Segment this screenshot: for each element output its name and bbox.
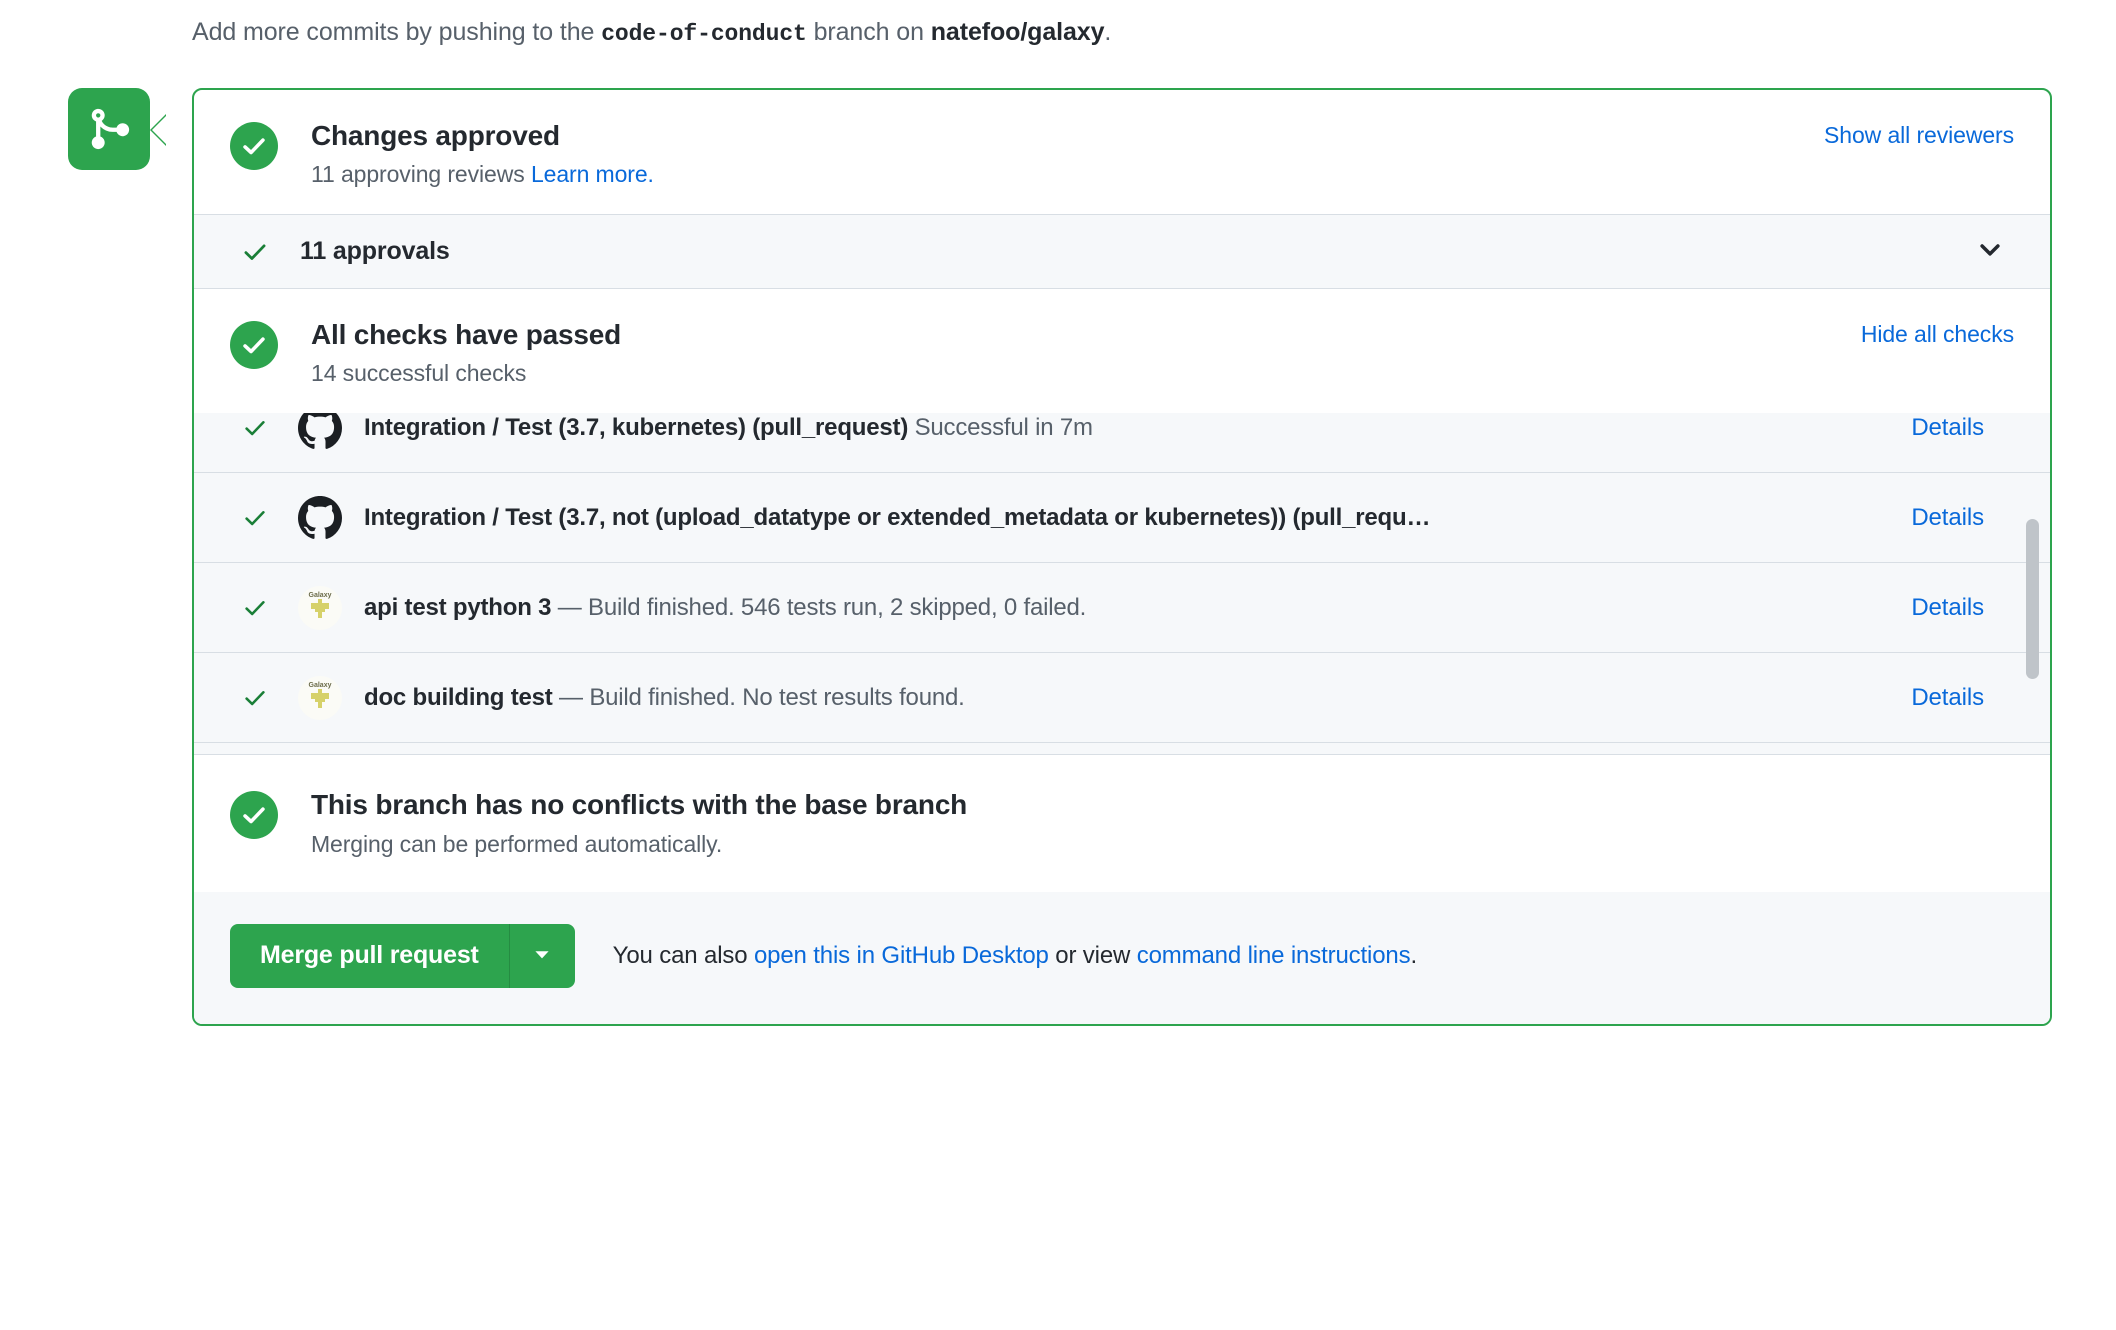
- merge-button-group: Merge pull request: [230, 924, 575, 988]
- approvals-count-label: 11 approvals: [300, 237, 450, 266]
- check-name: doc building test: [364, 684, 553, 711]
- check-name: api test python 3: [364, 594, 551, 621]
- checks-list: Integration / Test (3.7, kubernetes) (pu…: [194, 413, 2050, 755]
- no-conflicts-section: This branch has no conflicts with the ba…: [194, 755, 2050, 891]
- merge-status-badge: [68, 88, 150, 170]
- check-details-link[interactable]: Details: [1911, 414, 1984, 442]
- check-label: api test python 3 — Build finished. 546 …: [364, 594, 1086, 622]
- check-success-icon: [238, 686, 272, 710]
- git-merge-icon: [86, 106, 132, 152]
- check-description: — Build finished. 546 tests run, 2 skipp…: [551, 594, 1086, 621]
- merge-options-dropdown-button[interactable]: [509, 924, 575, 988]
- footer-prefix: You can also: [613, 942, 754, 969]
- caret-down-icon: [531, 943, 553, 968]
- check-details-link[interactable]: Details: [1911, 684, 1984, 712]
- approved-check-circle-icon: [230, 122, 278, 170]
- command-line-instructions-link[interactable]: command line instructions: [1137, 942, 1411, 969]
- repo-name: natefoo/galaxy: [931, 18, 1105, 46]
- all-checks-passed-section: All checks have passed 14 successful che…: [194, 289, 2050, 413]
- check-name: Integration / Test (3.7, not (upload_dat…: [364, 504, 1430, 531]
- check-success-icon: [238, 596, 272, 620]
- check-row[interactable]: Integration / Test (3.7, kubernetes) (pu…: [194, 413, 2050, 473]
- galaxy-avatar-icon: Galaxy: [298, 676, 342, 720]
- galaxy-avatar-icon: Galaxy: [298, 586, 342, 630]
- check-row[interactable]: Integration / Test (3.7, not (upload_dat…: [194, 473, 2050, 563]
- github-actions-icon: [298, 496, 342, 540]
- learn-more-link[interactable]: Learn more.: [531, 161, 654, 187]
- check-description: — Build finished. No test results found.: [553, 684, 965, 711]
- notice-prefix: Add more commits by pushing to the: [192, 18, 601, 46]
- github-actions-icon: [298, 413, 342, 450]
- check-row[interactable]: Galaxy doc building test — Build finishe…: [194, 653, 2050, 743]
- check-name: Integration / Test (3.7, kubernetes) (pu…: [364, 414, 908, 441]
- approvals-check-icon: [238, 239, 272, 265]
- changes-approved-title: Changes approved: [311, 120, 654, 152]
- no-conflicts-title: This branch has no conflicts with the ba…: [311, 789, 967, 821]
- branch-name: code-of-conduct: [601, 21, 807, 47]
- footer-middle: or view: [1049, 942, 1137, 969]
- notice-suffix: .: [1104, 18, 1111, 46]
- approving-reviews-count: 11 approving reviews: [311, 161, 531, 187]
- merge-footer: Merge pull request You can also open thi…: [194, 892, 2050, 1024]
- push-more-commits-notice: Add more commits by pushing to the code-…: [192, 18, 1111, 47]
- checks-scrollbar-thumb[interactable]: [2026, 519, 2039, 679]
- show-all-reviewers-link[interactable]: Show all reviewers: [1824, 122, 2014, 149]
- svg-text:Galaxy: Galaxy: [309, 682, 332, 689]
- merge-alternatives-text: You can also open this in GitHub Desktop…: [613, 942, 1417, 970]
- check-details-link[interactable]: Details: [1911, 594, 1984, 622]
- svg-text:Galaxy: Galaxy: [309, 592, 332, 599]
- check-label: Integration / Test (3.7, kubernetes) (pu…: [364, 414, 1093, 442]
- check-description: Successful in 7m: [908, 414, 1093, 441]
- changes-approved-subtitle: 11 approving reviews Learn more.: [311, 161, 654, 188]
- check-details-link[interactable]: Details: [1911, 504, 1984, 532]
- changes-approved-section: Changes approved 11 approving reviews Le…: [194, 90, 2050, 214]
- check-success-icon: [238, 416, 272, 440]
- checks-passed-check-circle-icon: [230, 321, 278, 369]
- notice-middle: branch on: [807, 18, 931, 46]
- check-success-icon: [238, 506, 272, 530]
- badge-arrow-inner: [152, 114, 168, 146]
- check-label: Integration / Test (3.7, not (upload_dat…: [364, 504, 1430, 532]
- successful-checks-count: 14 successful checks: [311, 360, 621, 387]
- open-in-github-desktop-link[interactable]: open this in GitHub Desktop: [754, 942, 1049, 969]
- merge-status-box: Changes approved 11 approving reviews Le…: [192, 88, 2052, 1026]
- footer-suffix: .: [1410, 942, 1417, 969]
- check-row[interactable]: Galaxy framework test python 3 — Build f…: [194, 743, 2050, 755]
- approvals-summary-row[interactable]: 11 approvals: [194, 214, 2050, 289]
- checks-list-scroll-container[interactable]: Integration / Test (3.7, kubernetes) (pu…: [194, 413, 2050, 755]
- git-merge-badge: [68, 88, 150, 170]
- merge-pull-request-button[interactable]: Merge pull request: [230, 924, 509, 988]
- no-conflicts-subtitle: Merging can be performed automatically.: [311, 831, 967, 858]
- no-conflicts-check-circle-icon: [230, 791, 278, 839]
- pull-request-merge-box-page: Add more commits by pushing to the code-…: [0, 0, 2116, 1330]
- check-row[interactable]: Galaxy api test python 3 — Build finishe…: [194, 563, 2050, 653]
- all-checks-passed-title: All checks have passed: [311, 319, 621, 351]
- chevron-down-icon[interactable]: [1976, 235, 2004, 268]
- checks-scrollbar[interactable]: [2024, 413, 2042, 754]
- check-label: doc building test — Build finished. No t…: [364, 684, 965, 712]
- hide-all-checks-link[interactable]: Hide all checks: [1861, 321, 2014, 348]
